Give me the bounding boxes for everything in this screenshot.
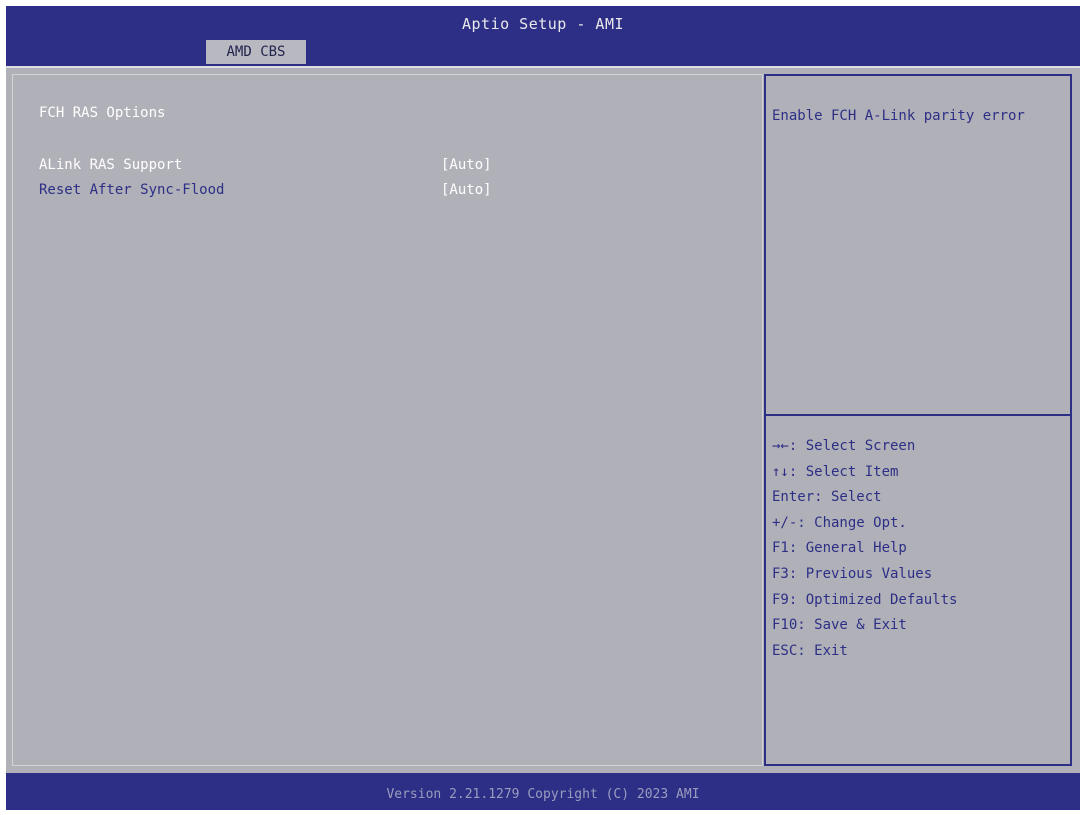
setting-value[interactable]: [Auto] xyxy=(441,157,492,173)
bios-screen: Aptio Setup - AMI AMD CBS FCH RAS Option… xyxy=(6,6,1080,810)
setting-alink-ras-support[interactable]: ALink RAS Support [Auto] xyxy=(39,157,739,177)
header-bar: Aptio Setup - AMI AMD CBS xyxy=(6,6,1080,66)
version-footer: Version 2.21.1279 Copyright (C) 2023 AMI xyxy=(6,778,1080,810)
key-help-change-opt: +/-: Change Opt. xyxy=(772,514,907,531)
key-help-esc-exit: ESC: Exit xyxy=(772,642,848,659)
setting-reset-after-sync-flood[interactable]: Reset After Sync-Flood [Auto] xyxy=(39,182,739,202)
section-title: FCH RAS Options xyxy=(39,105,166,121)
help-divider xyxy=(766,414,1070,416)
key-help-optimized-defaults: F9: Optimized Defaults xyxy=(772,591,958,608)
app-title: Aptio Setup - AMI xyxy=(461,15,625,33)
key-help-previous-values: F3: Previous Values xyxy=(772,565,933,582)
key-help-enter: Enter: Select xyxy=(772,489,882,506)
tab-amd-cbs[interactable]: AMD CBS xyxy=(206,40,306,64)
setting-label: Reset After Sync-Flood xyxy=(39,182,225,198)
body-panel: FCH RAS Options ALink RAS Support [Auto]… xyxy=(6,66,1080,773)
help-description: Enable FCH A-Link parity error xyxy=(772,108,1025,124)
key-help-select-screen: →←: Select Screen xyxy=(772,438,916,454)
setting-label: ALink RAS Support xyxy=(39,157,183,173)
settings-pane: FCH RAS Options ALink RAS Support [Auto]… xyxy=(12,74,763,766)
key-help-general-help: F1: General Help xyxy=(772,540,907,557)
help-pane: Enable FCH A-Link parity error →←: Selec… xyxy=(764,74,1072,766)
key-help-list: →←: Select Screen ↑↓: Select Item Enter:… xyxy=(772,434,957,664)
setting-value[interactable]: [Auto] xyxy=(441,182,492,198)
key-help-select-item: ↑↓: Select Item xyxy=(772,463,899,480)
key-help-save-exit: F10: Save & Exit xyxy=(772,617,907,634)
